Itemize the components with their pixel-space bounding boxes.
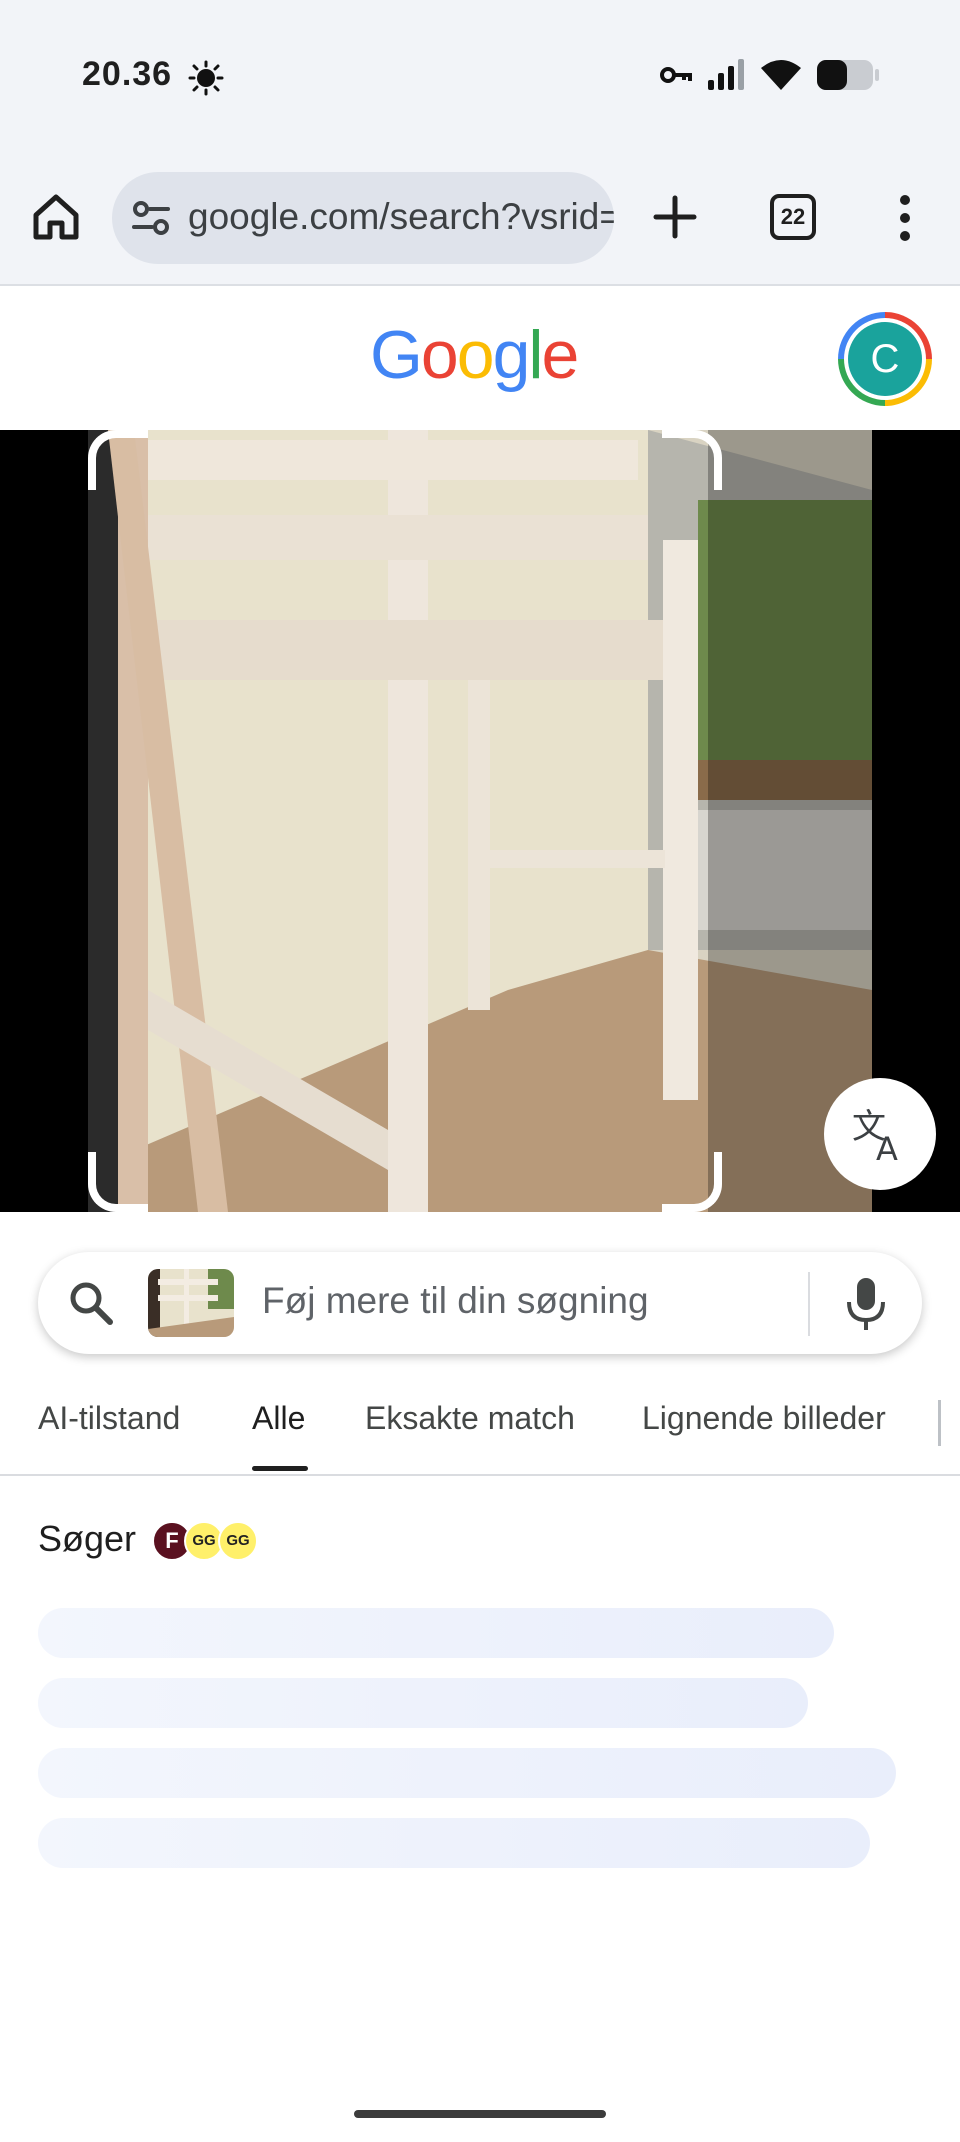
search-icon[interactable]	[68, 1280, 114, 1326]
tune-icon[interactable]	[132, 200, 170, 236]
source-badge: GG	[218, 1521, 258, 1561]
tab-exact-match[interactable]: Eksakte match	[365, 1400, 575, 1437]
loading-skeleton-line	[38, 1608, 834, 1658]
signal-icon	[708, 59, 744, 90]
tab-similar-images[interactable]: Lignende billeder	[642, 1400, 886, 1437]
filter-tabs: AI-tilstand Alle Eksakte match Lignende …	[0, 1386, 960, 1476]
status-bar: 20.36	[0, 0, 960, 150]
google-logo[interactable]: Google	[370, 316, 580, 394]
logo-letter: o	[420, 317, 459, 393]
loft-bed-photo	[88, 430, 872, 1212]
new-tab-plus-icon[interactable]	[650, 192, 700, 242]
wifi-icon	[761, 60, 801, 90]
google-header: Google C	[0, 286, 960, 430]
gesture-home-indicator[interactable]	[354, 2110, 606, 2118]
status-icons	[660, 58, 880, 92]
account-avatar[interactable]: C	[838, 312, 932, 406]
logo-letter: e	[541, 317, 580, 393]
loading-skeleton-line	[38, 1678, 808, 1728]
battery-icon	[817, 60, 879, 90]
translate-icon: 文 A	[852, 1107, 898, 1164]
tab-all[interactable]: Alle	[252, 1400, 305, 1437]
avatar-letter: C	[848, 322, 922, 396]
browser-toolbar: google.com/search?vsrid= 22	[0, 150, 960, 286]
more-vert-icon[interactable]	[890, 194, 920, 242]
loading-skeleton-line	[38, 1748, 896, 1798]
logo-letter: g	[492, 317, 531, 393]
status-time: 20.36	[82, 55, 173, 93]
svg-text:A: A	[876, 1130, 898, 1164]
lens-image-viewer[interactable]: 文 A	[0, 430, 960, 1212]
url-text: google.com/search?vsrid=	[188, 196, 614, 237]
tab-ai-mode[interactable]: AI-tilstand	[38, 1400, 180, 1437]
crop-handle-bottom-left[interactable]	[88, 1152, 148, 1212]
vpn-key-icon	[660, 67, 692, 83]
search-box[interactable]: Føj mere til din søgning	[38, 1252, 922, 1354]
logo-letter: o	[456, 317, 495, 393]
active-tab-indicator	[252, 1466, 308, 1471]
crop-handle-top-right[interactable]	[662, 430, 722, 490]
loading-skeleton-line	[38, 1818, 870, 1868]
mic-icon[interactable]	[844, 1276, 888, 1332]
searching-label: Søger	[38, 1518, 137, 1559]
address-bar[interactable]: google.com/search?vsrid=	[112, 172, 614, 264]
image-thumbnail[interactable]	[148, 1269, 234, 1337]
search-placeholder: Føj mere til din søgning	[262, 1280, 649, 1321]
crop-handle-top-left[interactable]	[88, 430, 148, 490]
logo-letter: G	[370, 317, 423, 393]
sun-icon	[188, 60, 224, 96]
search-divider	[808, 1272, 810, 1336]
translate-button[interactable]: 文 A	[824, 1078, 936, 1190]
crop-handle-bottom-right[interactable]	[662, 1152, 722, 1212]
home-icon[interactable]	[30, 191, 82, 243]
tab-switcher-button[interactable]: 22	[770, 194, 816, 240]
tab-overflow-edge	[938, 1400, 941, 1446]
logo-letter: l	[528, 317, 543, 393]
